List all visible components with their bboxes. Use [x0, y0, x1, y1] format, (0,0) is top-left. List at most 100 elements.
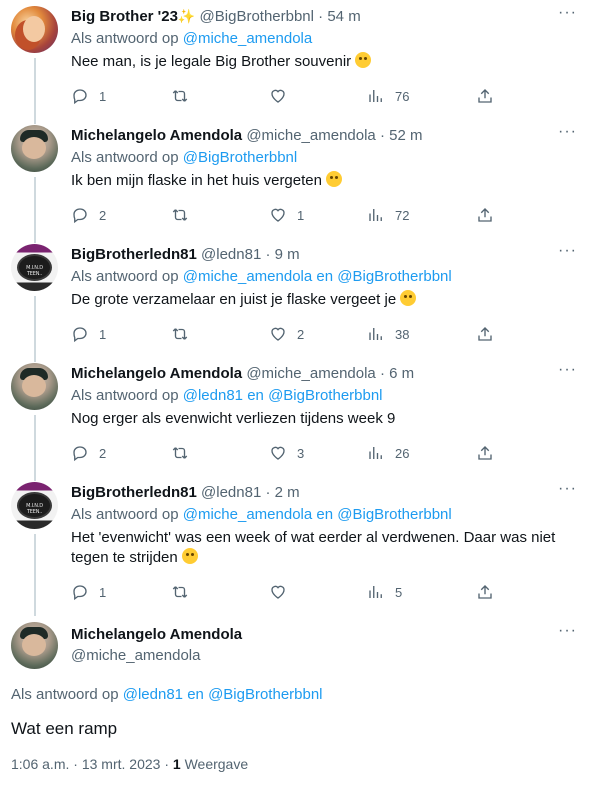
like-button[interactable]: 1 [269, 205, 304, 225]
reply-count: 2 [99, 445, 107, 461]
reply-count: 1 [99, 584, 107, 600]
reply-button[interactable]: 2 [71, 443, 106, 463]
share-icon [478, 585, 492, 599]
views-icon [369, 209, 382, 221]
share-button[interactable] [476, 205, 494, 225]
more-options-icon[interactable]: ··· [558, 623, 576, 644]
post-date[interactable]: 13 mrt. 2023 [82, 756, 161, 772]
heart-icon [271, 446, 285, 460]
avatar[interactable] [11, 363, 58, 410]
tweet[interactable]: Big Brother '23✨ @BigBrotherbbnl · 54 m … [0, 0, 592, 119]
handle[interactable]: @ledn81 [201, 484, 261, 501]
share-button[interactable] [476, 582, 494, 602]
share-icon [478, 327, 492, 341]
mention-link[interactable]: @BigBrotherbbnl [208, 686, 322, 703]
avatar[interactable]: M.I.N.D TEEN.. [11, 244, 58, 291]
like-button[interactable] [269, 86, 297, 106]
like-button[interactable]: 2 [269, 324, 304, 344]
display-name[interactable]: Big Brother '23 [71, 8, 178, 25]
reply-prefix: Als antwoord op [71, 268, 179, 285]
share-icon [478, 446, 492, 460]
share-button[interactable] [476, 324, 494, 344]
retweet-button[interactable] [171, 443, 199, 463]
mention-link[interactable]: @miche_amendola [183, 30, 312, 47]
reply-icon [73, 327, 87, 343]
display-name[interactable]: BigBrotherledn81 [71, 484, 197, 501]
like-count: 1 [297, 207, 305, 223]
handle[interactable]: @miche_amendola [246, 127, 375, 144]
timestamp[interactable]: 2 m [275, 484, 300, 501]
display-name[interactable]: BigBrotherledn81 [71, 246, 197, 263]
reply-button[interactable]: 2 [71, 205, 106, 225]
handle[interactable]: @ledn81 [201, 246, 261, 263]
tweet[interactable]: M.I.N.D TEEN.. BigBrotherledn81 @ledn81 … [0, 238, 592, 357]
reply-context: Als antwoord op @ledn81 en @BigBrotherbb… [71, 387, 383, 404]
tweet-text: Het 'evenwicht' was een week of wat eerd… [71, 528, 571, 568]
mention-link[interactable]: @miche_amendola [183, 268, 312, 285]
views-button[interactable]: 38 [367, 324, 409, 344]
post-time[interactable]: 1:06 a.m. [11, 756, 69, 772]
mention-link[interactable]: @BigBrotherbbnl [183, 149, 297, 166]
timestamp[interactable]: 6 m [389, 365, 414, 382]
views-button[interactable]: 76 [367, 86, 409, 106]
action-bar: 1 2 38 [71, 324, 501, 344]
tweet-meta: 1:06 a.m. · 13 mrt. 2023 · 1 Weergave [11, 756, 248, 772]
more-options-icon[interactable]: ··· [558, 362, 576, 383]
tweet-header: Big Brother '23✨ @BigBrotherbbnl · 54 m [71, 8, 361, 25]
timestamp[interactable]: 52 m [389, 127, 422, 144]
more-options-icon[interactable]: ··· [558, 243, 576, 264]
tweet-text: Wat een ramp [11, 719, 118, 738]
like-button[interactable] [269, 582, 297, 602]
timestamp[interactable]: 54 m [327, 8, 360, 25]
tweet[interactable]: Michelangelo Amendola @miche_amendola · … [0, 119, 592, 238]
avatar[interactable] [11, 125, 58, 172]
timestamp[interactable]: 9 m [275, 246, 300, 263]
avatar[interactable] [11, 6, 58, 53]
reply-join: en [247, 387, 264, 404]
reply-button[interactable]: 1 [71, 86, 106, 106]
views-button[interactable]: 72 [367, 205, 409, 225]
views-count: 1 [172, 756, 181, 772]
mention-link[interactable]: @ledn81 [123, 686, 183, 703]
reply-icon [73, 446, 87, 462]
avatar-text: M.I.N.D TEEN.. [26, 503, 43, 515]
handle[interactable]: @miche_amendola [71, 647, 200, 664]
display-name[interactable]: Michelangelo Amendola [71, 626, 242, 643]
retweet-button[interactable] [171, 324, 199, 344]
display-name[interactable]: Michelangelo Amendola [71, 365, 242, 382]
views-button[interactable]: 26 [367, 443, 409, 463]
retweet-button[interactable] [171, 86, 199, 106]
mention-link[interactable]: @miche_amendola [183, 506, 312, 523]
views-button[interactable]: 5 [367, 582, 402, 602]
reply-context: Als antwoord op @miche_amendola [71, 30, 312, 47]
heart-icon [271, 89, 285, 103]
reply-button[interactable]: 1 [71, 582, 106, 602]
separator: · [265, 246, 271, 263]
mention-link[interactable]: @ledn81 [183, 387, 243, 404]
handle[interactable]: @miche_amendola [246, 365, 375, 382]
more-options-icon[interactable]: ··· [558, 5, 576, 26]
views-label: Weergave [184, 756, 249, 772]
reply-button[interactable]: 1 [71, 324, 106, 344]
avatar[interactable]: M.I.N.D TEEN.. [11, 482, 58, 529]
share-button[interactable] [476, 86, 494, 106]
retweet-button[interactable] [171, 582, 199, 602]
views-icon [369, 447, 382, 459]
tweet[interactable]: M.I.N.D TEEN.. BigBrotherledn81 @ledn81 … [0, 476, 592, 616]
mention-link[interactable]: @BigBrotherbbnl [268, 387, 382, 404]
more-options-icon[interactable]: ··· [558, 481, 576, 502]
share-button[interactable] [476, 443, 494, 463]
handle[interactable]: @BigBrotherbbnl [200, 8, 314, 25]
retweet-button[interactable] [171, 205, 199, 225]
mention-link[interactable]: @BigBrotherbbnl [337, 268, 451, 285]
rolling-eyes-face-icon [181, 548, 198, 564]
tweet[interactable]: Michelangelo Amendola @miche_amendola · … [0, 357, 592, 476]
like-button[interactable]: 3 [269, 443, 304, 463]
reply-icon [73, 89, 87, 105]
avatar[interactable] [11, 622, 58, 669]
display-name[interactable]: Michelangelo Amendola [71, 127, 242, 144]
mention-link[interactable]: @BigBrotherbbnl [337, 506, 451, 523]
more-options-icon[interactable]: ··· [558, 124, 576, 145]
tweet-header: BigBrotherledn81 @ledn81 · 2 m [71, 484, 300, 501]
reply-prefix: Als antwoord op [71, 387, 179, 404]
